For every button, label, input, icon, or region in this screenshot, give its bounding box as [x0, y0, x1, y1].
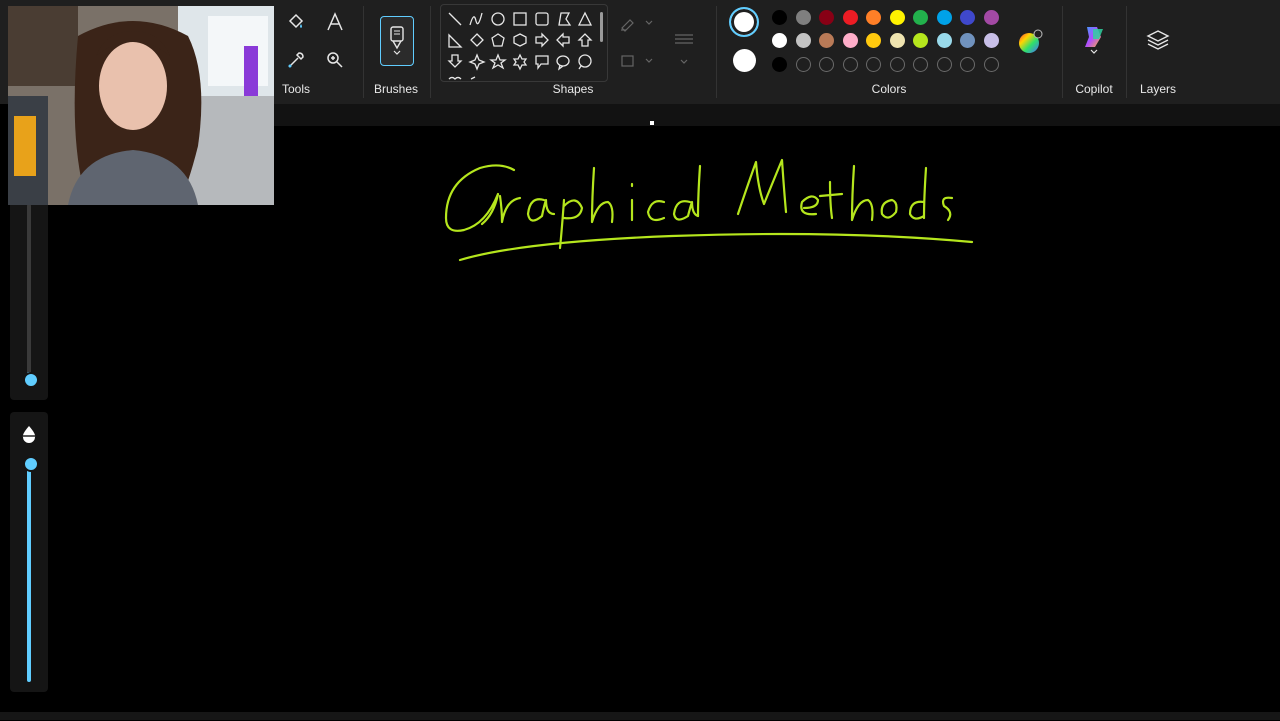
- triangle-shape-icon[interactable]: [577, 11, 593, 26]
- outline-icon[interactable]: [616, 12, 656, 34]
- color-swatch[interactable]: [842, 10, 858, 25]
- text-icon[interactable]: [323, 10, 347, 34]
- four-point-star-shape-icon[interactable]: [468, 53, 486, 71]
- color-swatch[interactable]: [772, 10, 787, 25]
- left-arrow-shape-icon[interactable]: [556, 32, 570, 48]
- separator: [1126, 6, 1127, 98]
- color-swatch[interactable]: [842, 57, 858, 72]
- curve-shape-icon[interactable]: [469, 12, 483, 26]
- brush-icon: [390, 26, 404, 50]
- color-swatch[interactable]: [866, 33, 881, 48]
- color-swatch[interactable]: [983, 57, 999, 72]
- handwritten-title: [444, 158, 974, 262]
- copilot-group-label: Copilot: [1075, 82, 1113, 96]
- color-swatch[interactable]: [889, 33, 905, 48]
- rectangle-shape-icon[interactable]: [513, 12, 527, 26]
- separator: [363, 6, 364, 98]
- pentagon-shape-icon[interactable]: [491, 33, 505, 47]
- tools-group-label: Tools: [281, 82, 310, 96]
- color-swatch[interactable]: [795, 57, 811, 72]
- hexagon-shape-icon[interactable]: [513, 33, 527, 47]
- rect-callout-shape-icon[interactable]: [535, 55, 549, 70]
- color-swatch[interactable]: [795, 10, 811, 25]
- rounded-rectangle-shape-icon[interactable]: [535, 12, 549, 26]
- oval-shape-icon[interactable]: [491, 12, 505, 26]
- color-swatch[interactable]: [842, 33, 858, 48]
- opacity-slider-thumb[interactable]: [23, 456, 39, 472]
- color-swatch[interactable]: [772, 57, 787, 72]
- color-picker-icon[interactable]: [284, 48, 308, 72]
- diamond-shape-icon[interactable]: [470, 33, 484, 47]
- brush-size-panel: [10, 204, 48, 400]
- up-arrow-shape-icon[interactable]: [577, 33, 593, 47]
- zoom-icon[interactable]: [323, 48, 347, 72]
- separator: [716, 6, 717, 98]
- colors-group-label: Colors: [871, 82, 907, 96]
- color-swatch[interactable]: [983, 33, 999, 48]
- shapes-group-label: Shapes: [552, 82, 594, 96]
- oval-callout-shape-icon[interactable]: [556, 55, 570, 71]
- canvas-resize-handle[interactable]: [650, 121, 654, 125]
- status-bar: [0, 712, 1280, 720]
- color-swatch[interactable]: [819, 33, 834, 48]
- line-shape-icon[interactable]: [448, 12, 462, 26]
- cloud-callout-shape-icon[interactable]: [578, 54, 592, 70]
- color-swatch[interactable]: [936, 10, 952, 25]
- down-arrow-shape-icon[interactable]: [447, 54, 463, 68]
- color-swatch[interactable]: [913, 33, 928, 48]
- shapes-gallery: [440, 4, 608, 82]
- six-point-star-shape-icon[interactable]: [512, 53, 528, 71]
- chevron-down-icon: [1090, 49, 1098, 54]
- fill-shape-icon[interactable]: [616, 50, 656, 72]
- drawing-canvas[interactable]: [48, 126, 1280, 716]
- color-swatch[interactable]: [936, 33, 952, 48]
- secondary-color-swatch[interactable]: [733, 49, 756, 72]
- color-swatch[interactable]: [936, 57, 952, 72]
- layers-icon[interactable]: [1144, 26, 1172, 54]
- opacity-panel: [10, 412, 48, 692]
- brush-button[interactable]: [380, 16, 414, 66]
- color-swatch[interactable]: [913, 57, 928, 72]
- five-point-star-shape-icon[interactable]: [489, 53, 507, 70]
- layers-group-label: Layers: [1139, 82, 1177, 96]
- color-swatch[interactable]: [772, 33, 787, 48]
- color-swatch[interactable]: [866, 57, 881, 72]
- size-slider-track[interactable]: [27, 204, 31, 374]
- chevron-down-icon: [393, 50, 401, 55]
- color-swatch[interactable]: [889, 10, 905, 25]
- color-swatch[interactable]: [819, 57, 834, 72]
- edit-colors-icon[interactable]: [1016, 28, 1044, 56]
- brushes-group-label: Brushes: [373, 82, 419, 96]
- polygon-shape-icon[interactable]: [558, 12, 572, 26]
- color-swatch[interactable]: [960, 10, 975, 25]
- right-triangle-shape-icon[interactable]: [448, 33, 463, 48]
- color-swatch[interactable]: [795, 33, 811, 48]
- separator: [1062, 6, 1063, 98]
- opacity-slider-fill[interactable]: [27, 464, 31, 682]
- canvas-top-bar: [272, 104, 1280, 127]
- color-swatch[interactable]: [960, 57, 975, 72]
- separator: [430, 6, 431, 98]
- size-slider-thumb[interactable]: [23, 372, 39, 388]
- color-swatch[interactable]: [983, 10, 999, 25]
- color-swatch[interactable]: [819, 10, 834, 25]
- color-swatch[interactable]: [960, 33, 975, 48]
- right-arrow-shape-icon[interactable]: [535, 32, 549, 48]
- color-swatch[interactable]: [889, 57, 905, 72]
- fill-icon[interactable]: [284, 10, 308, 34]
- copilot-icon[interactable]: [1078, 20, 1110, 60]
- primary-color-swatch[interactable]: [729, 7, 759, 37]
- shape-style-icon[interactable]: [668, 24, 700, 70]
- shapes-scrollbar[interactable]: [600, 12, 603, 42]
- opacity-drop-icon: [19, 424, 39, 444]
- color-swatch[interactable]: [866, 10, 881, 25]
- webcam-overlay: [8, 6, 274, 205]
- color-swatch[interactable]: [913, 10, 928, 25]
